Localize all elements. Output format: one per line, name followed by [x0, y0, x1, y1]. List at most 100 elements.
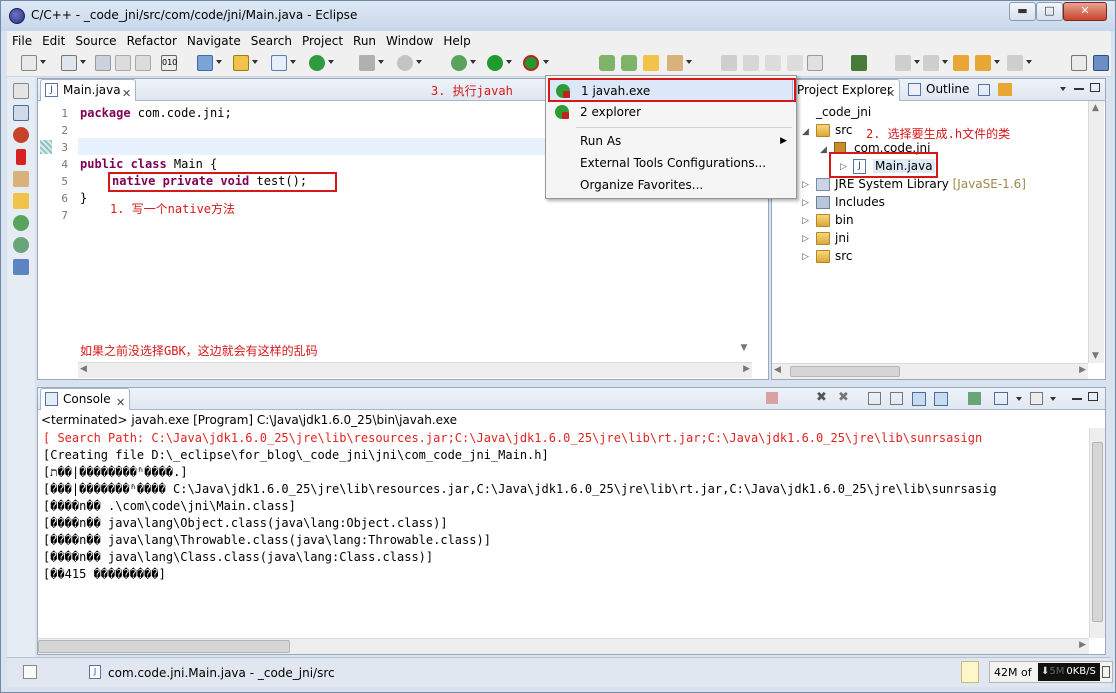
remove-all-icon[interactable]: ✖ — [838, 390, 849, 405]
pin-console-icon[interactable] — [968, 392, 981, 405]
paragraph-icon[interactable] — [807, 55, 823, 71]
close-button[interactable]: ✕ — [1063, 2, 1107, 21]
view-menu-icon[interactable] — [1060, 87, 1066, 91]
menu-item-run-as[interactable]: Run As ▶ — [549, 130, 793, 152]
tree-src[interactable]: src — [835, 123, 853, 137]
expand-arrow[interactable]: ◢ — [802, 127, 809, 137]
build-config-icon[interactable] — [397, 55, 413, 71]
tab-console[interactable]: Console ✕ — [40, 388, 130, 410]
team-icon[interactable] — [13, 237, 29, 253]
collapse-all-icon[interactable] — [978, 84, 990, 96]
code-line-4[interactable]: public class Main { — [80, 157, 217, 171]
cpp-perspective-icon[interactable] — [1093, 55, 1109, 71]
terminate-icon[interactable] — [766, 392, 778, 404]
open-folder-icon[interactable] — [643, 55, 659, 71]
show-on-error-icon[interactable] — [934, 392, 948, 406]
code-line-1[interactable]: package com.code.jni; — [80, 106, 232, 120]
fast-view-icon[interactable] — [23, 665, 37, 679]
run-icon[interactable] — [487, 55, 503, 71]
scroll-down-arrow[interactable]: ▼ — [736, 343, 752, 361]
debug-view-icon[interactable] — [13, 127, 29, 143]
tree-bin[interactable]: bin — [835, 213, 854, 227]
menu-run[interactable]: Run — [348, 31, 381, 51]
collapsed-arrow[interactable]: ▷ — [802, 252, 809, 262]
tab-main-java[interactable]: J Main.java ✕ — [40, 79, 136, 101]
gc-trash-icon[interactable] — [1102, 666, 1110, 678]
annotation-prev-icon[interactable] — [923, 55, 939, 71]
minimize-view-icon[interactable] — [1074, 88, 1084, 90]
menu-project[interactable]: Project — [297, 31, 348, 51]
menu-navigate[interactable]: Navigate — [182, 31, 246, 51]
tree-jni[interactable]: jni — [835, 231, 849, 245]
bug-icon[interactable] — [13, 215, 29, 231]
show-on-output-icon[interactable] — [912, 392, 926, 406]
menu-edit[interactable]: Edit — [37, 31, 70, 51]
maximize-button[interactable]: □ — [1036, 2, 1063, 21]
build-icon[interactable] — [359, 55, 375, 71]
plugin-icon[interactable] — [851, 55, 867, 71]
binary-icon[interactable]: 010 — [161, 55, 177, 71]
last-edit-icon[interactable] — [953, 55, 969, 71]
open-element-icon[interactable] — [621, 55, 637, 71]
console-h-scrollbar[interactable]: ▶ — [38, 638, 1089, 654]
print-icon[interactable] — [135, 55, 151, 71]
collapsed-arrow[interactable]: ▷ — [802, 216, 809, 226]
maximize-view-icon[interactable] — [1090, 83, 1100, 92]
clear-console-icon[interactable] — [868, 392, 881, 405]
toggle-icon[interactable] — [765, 55, 781, 71]
restore-icon[interactable] — [13, 83, 29, 99]
external-tools-icon[interactable] — [523, 55, 539, 71]
menu-search[interactable]: Search — [246, 31, 297, 51]
collapsed-arrow[interactable]: ▷ — [802, 198, 809, 208]
scroll-lock-icon[interactable] — [890, 392, 903, 405]
maximize-console-icon[interactable] — [1088, 392, 1098, 401]
open-type-icon[interactable] — [599, 55, 615, 71]
new-icon[interactable] — [21, 55, 37, 71]
resource-icon[interactable] — [13, 171, 29, 187]
open-console-icon[interactable] — [1030, 392, 1043, 405]
minimize-console-icon[interactable] — [1072, 398, 1082, 400]
save-icon[interactable] — [95, 55, 111, 71]
expand-arrow[interactable]: ◢ — [820, 145, 827, 155]
sun-icon[interactable] — [13, 193, 29, 209]
collapsed-arrow[interactable]: ▷ — [802, 234, 809, 244]
edit-icon[interactable] — [743, 55, 759, 71]
forward-icon[interactable] — [1007, 55, 1023, 71]
console-v-scrollbar[interactable] — [1089, 428, 1105, 638]
remove-launch-icon[interactable]: ✖ — [816, 390, 827, 405]
close-tab-icon[interactable]: ✕ — [122, 83, 131, 104]
tree-includes[interactable]: Includes — [835, 195, 885, 209]
link-editor-icon[interactable] — [998, 83, 1012, 96]
tab-outline[interactable]: Outline — [926, 82, 969, 96]
explorer-v-scrollbar[interactable]: ▲ ▼ — [1088, 101, 1104, 363]
menu-window[interactable]: Window — [381, 31, 438, 51]
plugins-icon[interactable] — [13, 259, 29, 275]
new-project-icon[interactable] — [61, 55, 77, 71]
cpp-view-icon[interactable] — [13, 105, 29, 121]
new-folder-icon[interactable] — [233, 55, 249, 71]
menu-item-external-tools-config[interactable]: External Tools Configurations... — [549, 152, 793, 174]
display-console-icon[interactable] — [994, 392, 1008, 405]
menu-file[interactable]: File — [7, 31, 37, 51]
editor-h-scrollbar[interactable]: ◀ ▶ — [78, 362, 752, 378]
tree-jre[interactable]: JRE System Library [JavaSE-1.6] — [835, 177, 1026, 191]
mark-icon[interactable] — [721, 55, 737, 71]
menu-item-organize-favorites[interactable]: Organize Favorites... — [549, 174, 793, 196]
save-all-icon[interactable] — [115, 55, 131, 71]
annotation-nav-icon[interactable] — [895, 55, 911, 71]
menu-refactor[interactable]: Refactor — [122, 31, 182, 51]
back-icon[interactable] — [975, 55, 991, 71]
refresh-icon[interactable] — [309, 55, 325, 71]
explorer-h-scrollbar[interactable]: ◀ ▶ — [772, 363, 1088, 379]
open-task-icon[interactable] — [667, 55, 683, 71]
code-line-6[interactable]: } — [80, 191, 87, 205]
menu-help[interactable]: Help — [438, 31, 475, 51]
close-console-icon[interactable]: ✕ — [116, 392, 125, 413]
menu-item-explorer[interactable]: 2 explorer — [549, 101, 793, 123]
heap-status[interactable]: 42M of ⬇5M 0KB/S — [989, 661, 1113, 683]
new-c-file-icon[interactable] — [271, 55, 287, 71]
tree-src2[interactable]: src — [835, 249, 853, 263]
debug-icon[interactable] — [451, 55, 467, 71]
minimize-button[interactable]: ▬ — [1009, 2, 1036, 21]
menu-source[interactable]: Source — [70, 31, 121, 51]
